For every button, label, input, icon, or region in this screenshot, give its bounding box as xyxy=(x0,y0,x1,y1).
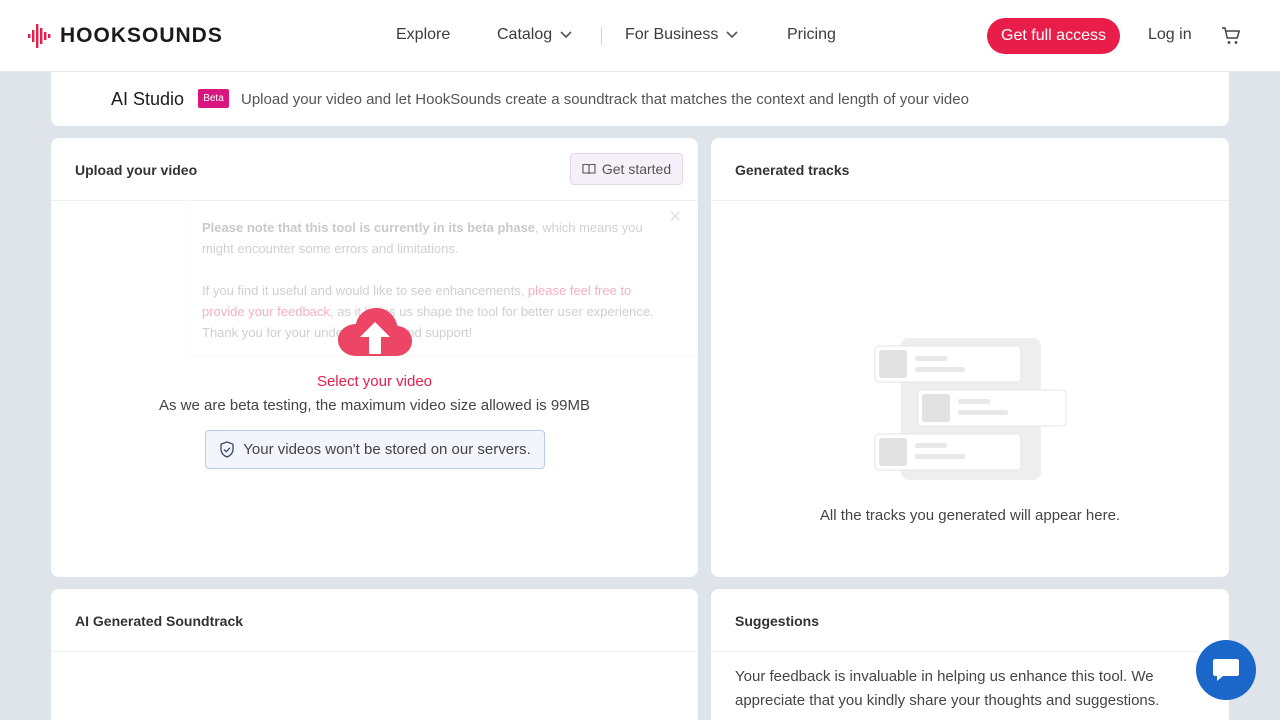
empty-tracks-text: All the tracks you generated will appear… xyxy=(819,507,1121,524)
waveform-icon xyxy=(28,24,51,48)
beta-notice-text: Please note that this tool is currently … xyxy=(202,217,672,259)
page-description: Upload your video and let HookSounds cre… xyxy=(241,91,969,108)
get-started-button[interactable]: Get started xyxy=(570,153,683,185)
suggestions-text: Your feedback is invaluable in helping u… xyxy=(735,668,1160,709)
soundtrack-card-header: AI Generated Soundtrack xyxy=(51,589,698,652)
nav-divider xyxy=(601,27,602,45)
nav-pricing[interactable]: Pricing xyxy=(787,26,836,44)
cloud-upload-icon[interactable] xyxy=(338,306,412,358)
notice-bold: Please note that this tool is currently … xyxy=(202,220,536,235)
nav-catalog[interactable]: Catalog xyxy=(497,26,572,44)
tracks-card-title: Generated tracks xyxy=(735,162,850,178)
cart-icon[interactable] xyxy=(1221,26,1241,46)
suggestions-card-header: Suggestions xyxy=(711,589,1229,652)
soundtrack-card-title: AI Generated Soundtrack xyxy=(75,613,244,629)
brand-logo[interactable]: HOOKSOUNDS xyxy=(28,22,223,50)
beta-notice: ✕ Please note that this tool is currentl… xyxy=(190,201,696,355)
empty-tracks-illustration xyxy=(874,338,1067,480)
page-title: AI Studio xyxy=(111,89,185,109)
privacy-text: Your videos won't be stored on our serve… xyxy=(243,441,531,458)
chevron-down-icon xyxy=(726,31,738,39)
upload-card-header: Upload your video Get started xyxy=(51,138,698,201)
tracks-card-header: Generated tracks xyxy=(711,138,1229,201)
suggestions-card: Suggestions Your feedback is invaluable … xyxy=(711,589,1229,720)
suggestions-card-title: Suggestions xyxy=(735,613,820,629)
chat-icon xyxy=(1213,659,1239,681)
nav-explore[interactable]: Explore xyxy=(396,26,450,44)
upload-card-title: Upload your video xyxy=(75,162,198,178)
privacy-notice: Your videos won't be stored on our serve… xyxy=(205,430,545,469)
soundtrack-card: AI Generated Soundtrack xyxy=(51,589,698,720)
book-icon xyxy=(582,163,596,175)
shield-check-icon xyxy=(220,441,234,458)
upload-card: Upload your video Get started ✕ Please n… xyxy=(51,138,698,577)
get-started-label: Get started xyxy=(601,161,672,177)
chevron-down-icon xyxy=(560,31,572,39)
get-full-access-button[interactable]: Get full access xyxy=(987,18,1120,54)
chat-button[interactable] xyxy=(1196,640,1256,700)
nav-catalog-label: Catalog xyxy=(497,26,553,43)
nav-business-label: For Business xyxy=(625,26,719,43)
max-size-text: As we are beta testing, the maximum vide… xyxy=(158,397,591,414)
nav-for-business[interactable]: For Business xyxy=(625,26,738,44)
nav-pricing-label: Pricing xyxy=(787,26,836,43)
generated-tracks-card: Generated tracks All the tracks you gene… xyxy=(711,138,1229,577)
studio-header: AI Studio Beta Upload your video and let… xyxy=(51,72,1229,126)
beta-badge: Beta xyxy=(198,89,229,108)
nav-explore-label: Explore xyxy=(396,26,451,43)
select-video-link[interactable]: Select your video xyxy=(51,373,698,390)
login-link[interactable]: Log in xyxy=(1148,26,1192,44)
top-navigation: HOOKSOUNDS Explore Catalog For Business … xyxy=(0,0,1280,72)
brand-name: HOOKSOUNDS xyxy=(60,24,223,47)
notice2-a: If you find it useful and would like to … xyxy=(202,283,528,298)
feedback-notice-text: If you find it useful and would like to … xyxy=(202,280,672,343)
